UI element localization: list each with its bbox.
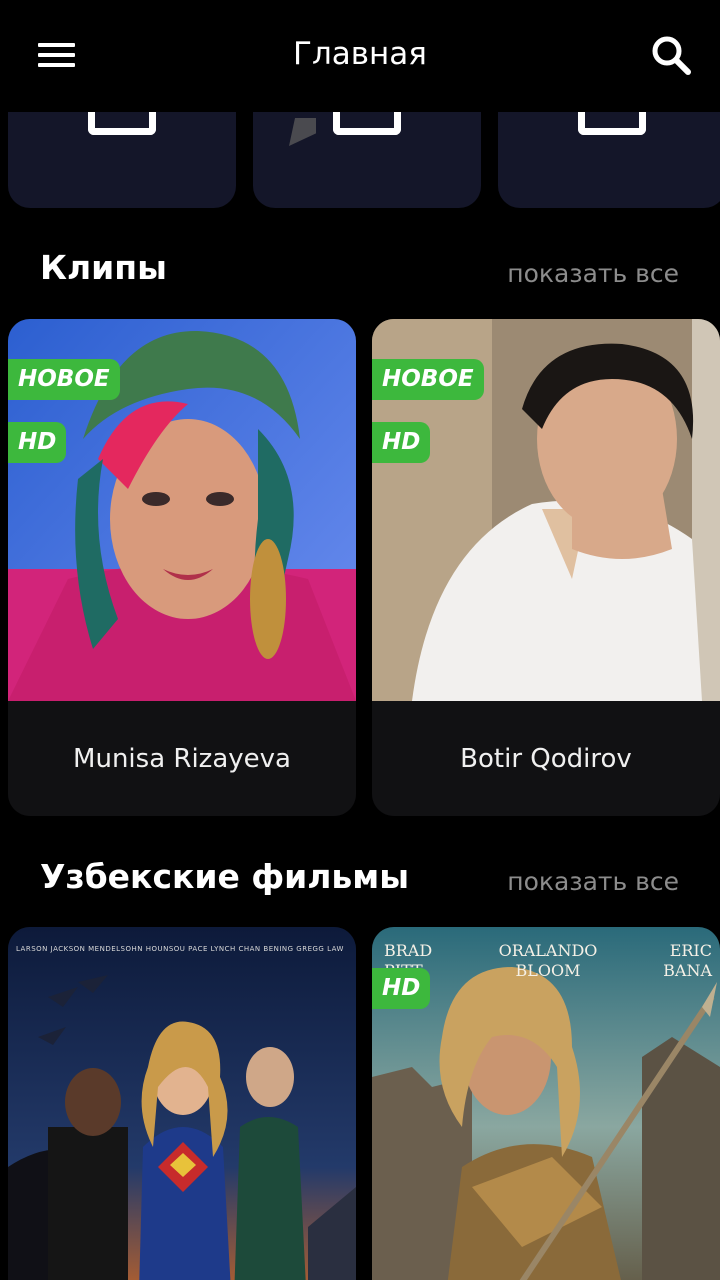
- film-card[interactable]: BRAD PITT ORALANDO BLOOM ERIC BANA HD: [372, 927, 720, 1280]
- clip-title: Munisa Rizayeva: [8, 701, 356, 816]
- clip-thumbnail: НОВОЕ HD: [8, 319, 356, 701]
- category-card[interactable]: [498, 112, 720, 208]
- tv-icon: [88, 112, 156, 135]
- search-icon: [652, 36, 691, 75]
- show-all-clips-link[interactable]: показать все: [507, 259, 679, 288]
- hd-badge: HD: [372, 968, 431, 1009]
- hd-badge: HD: [372, 422, 431, 463]
- film-card[interactable]: LARSON JACKSON MENDELSOHN HOUNSOU PACE L…: [8, 927, 356, 1280]
- decoration-shape: [289, 118, 316, 146]
- new-badge: НОВОЕ: [372, 359, 484, 400]
- show-all-films-link[interactable]: показать все: [507, 867, 679, 896]
- hd-badge: HD: [8, 422, 67, 463]
- tv-icon: [578, 112, 646, 135]
- new-badge: НОВОЕ: [8, 359, 120, 400]
- tv-icon: [333, 112, 401, 135]
- section-title-films: Узбекские фильмы: [40, 857, 410, 896]
- clip-title: Botir Qodirov: [372, 701, 720, 816]
- poster-credits: LARSON JACKSON MENDELSOHN HOUNSOU PACE L…: [16, 945, 344, 953]
- section-title-clips: Клипы: [40, 248, 167, 287]
- film-poster: BRAD PITT ORALANDO BLOOM ERIC BANA HD: [372, 927, 720, 1280]
- category-card[interactable]: [8, 112, 236, 208]
- clip-thumbnail: НОВОЕ HD: [372, 319, 720, 701]
- credit-eric-bana: ERIC BANA: [663, 941, 712, 980]
- search-button[interactable]: [646, 30, 698, 82]
- page-title: Главная: [293, 36, 427, 72]
- credit-oralando-bloom: ORALANDO BLOOM: [498, 941, 598, 980]
- film-poster: LARSON JACKSON MENDELSOHN HOUNSOU PACE L…: [8, 927, 356, 1280]
- app-bar: Главная: [0, 0, 720, 112]
- clip-card[interactable]: НОВОЕ HD Botir Qodirov: [372, 319, 720, 816]
- clip-card[interactable]: НОВОЕ HD Munisa Rizayeva: [8, 319, 356, 816]
- category-card[interactable]: [253, 112, 481, 208]
- category-row: [0, 112, 720, 212]
